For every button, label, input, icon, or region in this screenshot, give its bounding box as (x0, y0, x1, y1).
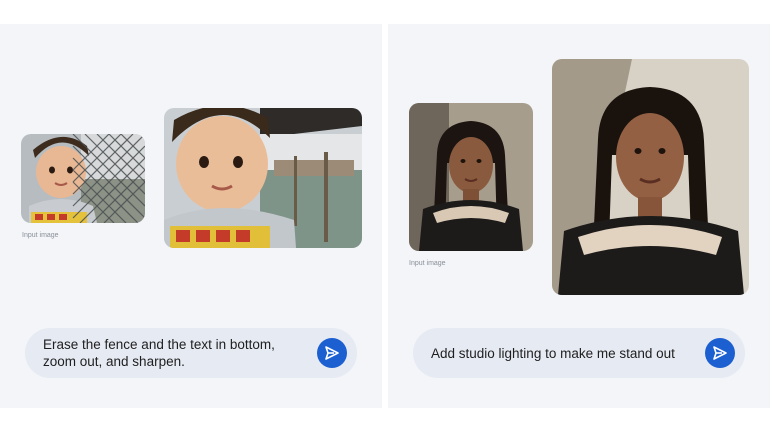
prompt-box[interactable]: Erase the fence and the text in bottom, … (25, 328, 357, 378)
prompt-text: Add studio lighting to make me stand out (431, 345, 675, 361)
prompt-box[interactable]: Add studio lighting to make me stand out (413, 328, 745, 378)
send-icon (713, 346, 727, 360)
right-example-panel: Input image Add studio lighting to make … (388, 24, 770, 408)
send-button[interactable] (705, 338, 735, 368)
output-image-toddler (164, 108, 362, 248)
prompt-text: Erase the fence and the text in bottom, … (43, 337, 275, 369)
send-icon (325, 346, 339, 360)
left-example-panel: Input image Erase the fence and the text… (0, 24, 382, 408)
input-image-caption: Input image (409, 260, 446, 267)
send-button[interactable] (317, 338, 347, 368)
output-image-portrait (552, 59, 749, 295)
input-image-portrait (409, 103, 533, 251)
input-image-caption: Input image (22, 232, 59, 239)
input-image-toddler (21, 134, 145, 223)
